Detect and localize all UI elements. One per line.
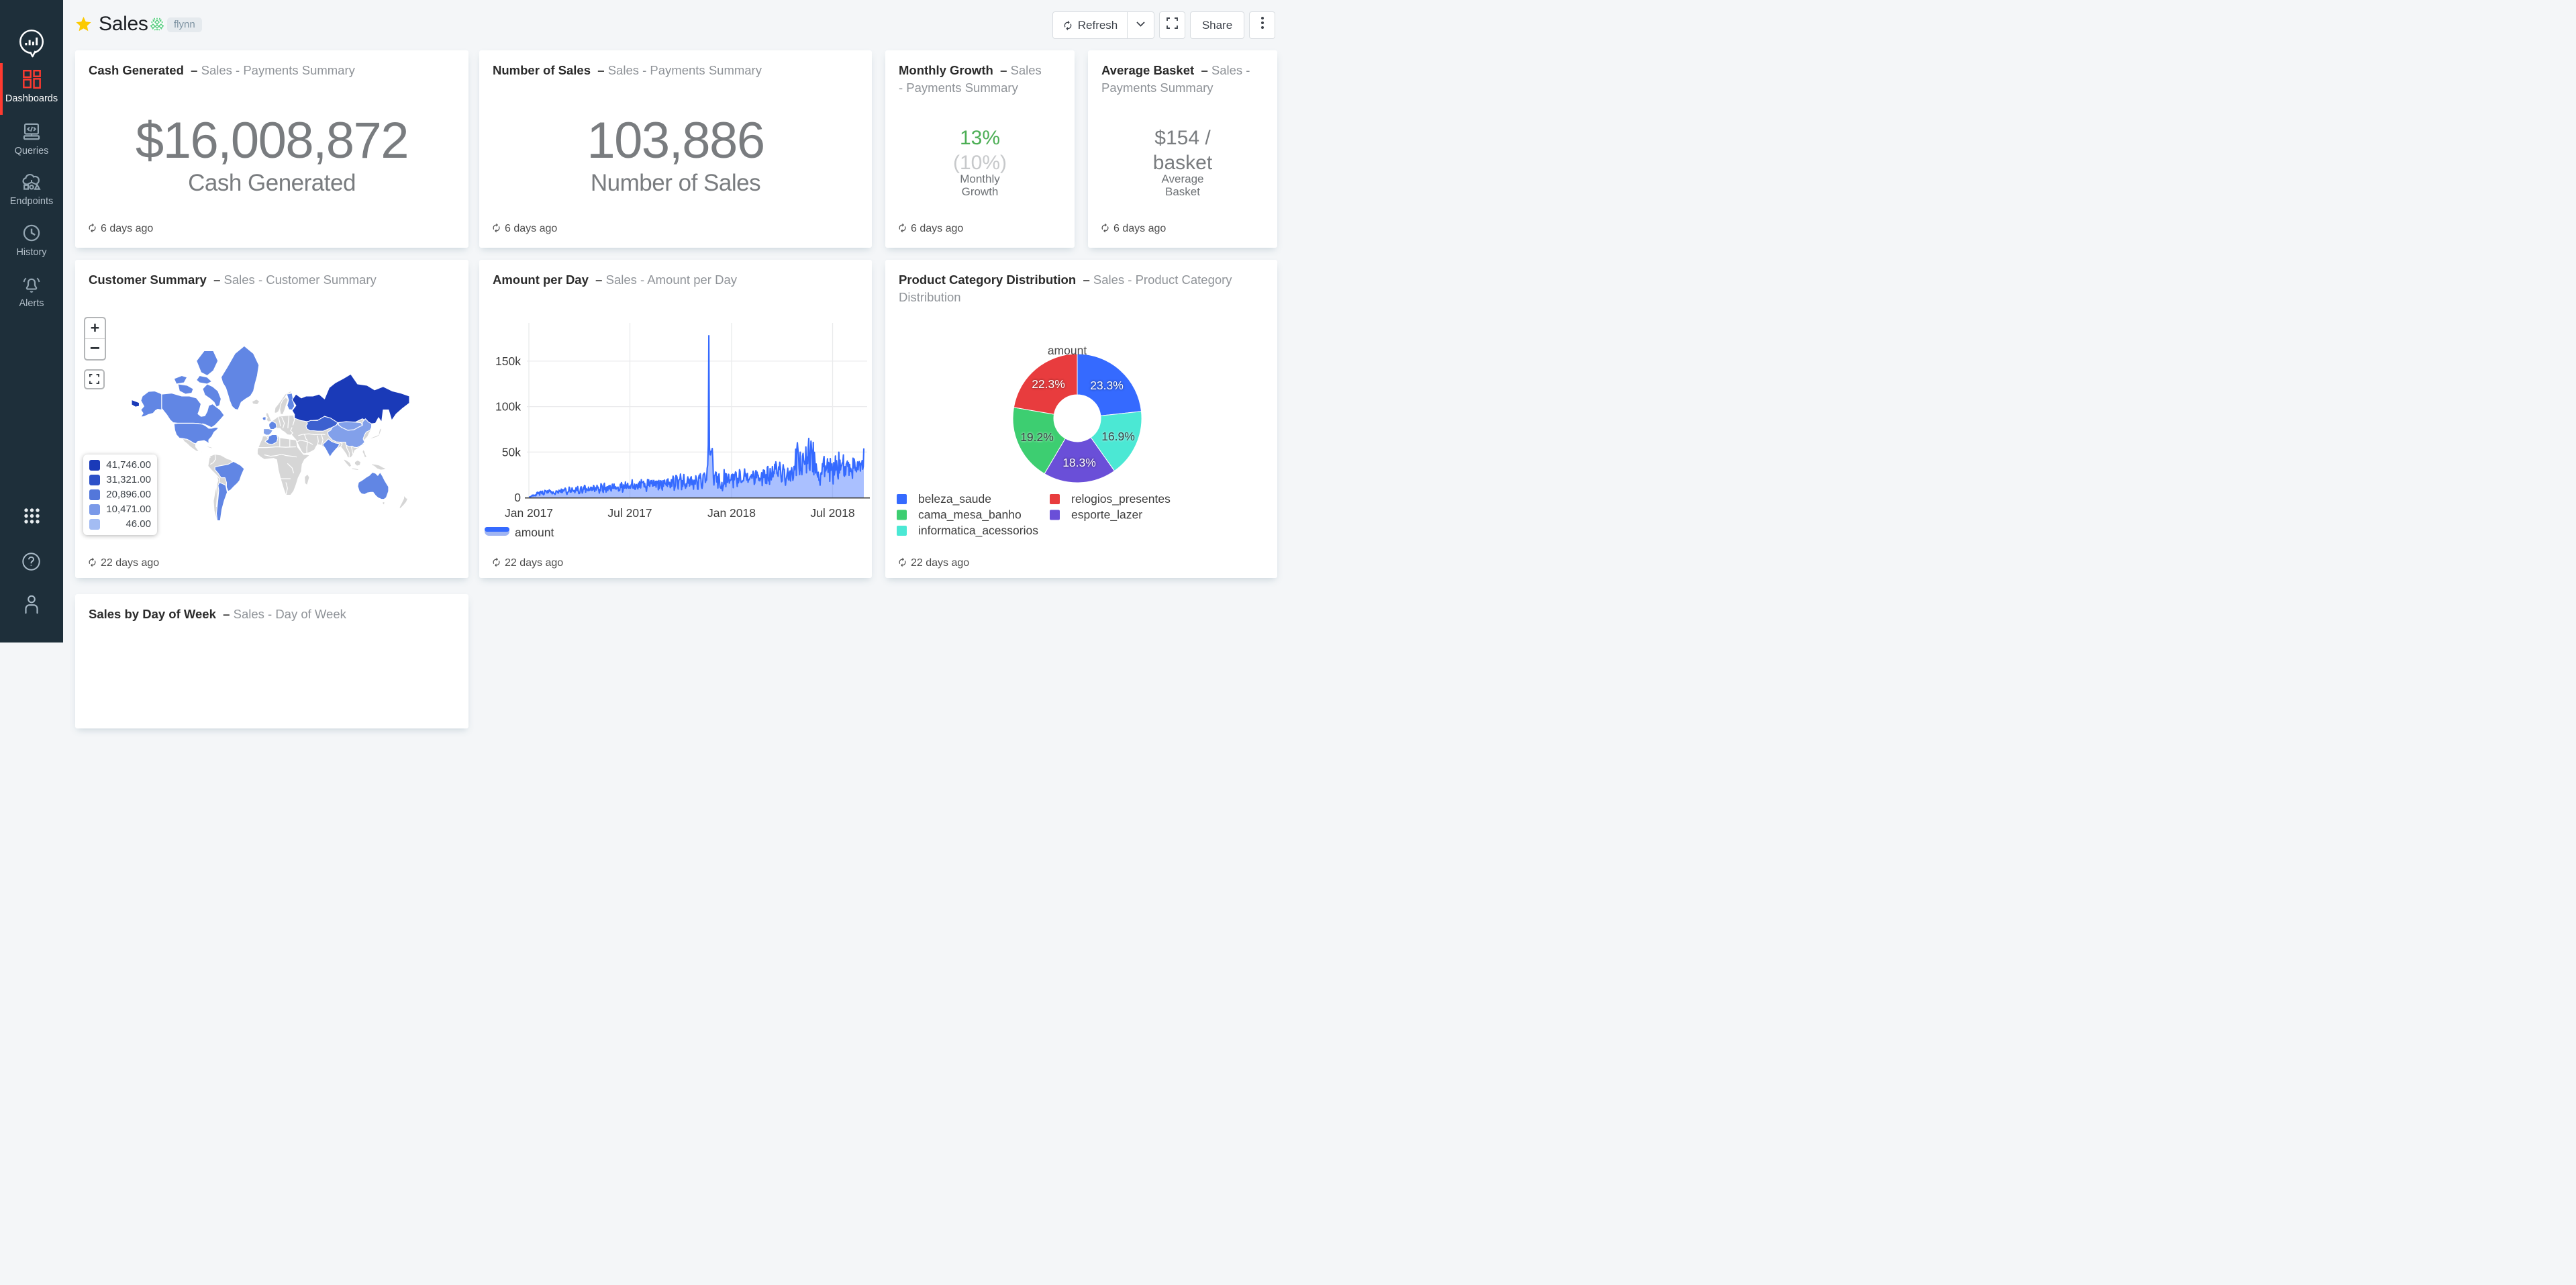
svg-text:amount: amount [1048, 344, 1087, 357]
svg-text:19.2%: 19.2% [1020, 430, 1054, 444]
svg-text:22.3%: 22.3% [1032, 377, 1065, 391]
svg-text:16.9%: 16.9% [1101, 430, 1135, 443]
svg-text:18.3%: 18.3% [1062, 456, 1096, 469]
svg-text:23.3%: 23.3% [1090, 379, 1124, 392]
svg-text:informatica_acessorios: informatica_acessorios [918, 524, 1038, 538]
svg-text:relogios_presentes: relogios_presentes [1071, 492, 1171, 506]
svg-text:esporte_lazer: esporte_lazer [1071, 508, 1142, 522]
svg-text:cama_mesa_banho: cama_mesa_banho [918, 508, 1022, 522]
svg-text:beleza_saude: beleza_saude [918, 492, 991, 506]
